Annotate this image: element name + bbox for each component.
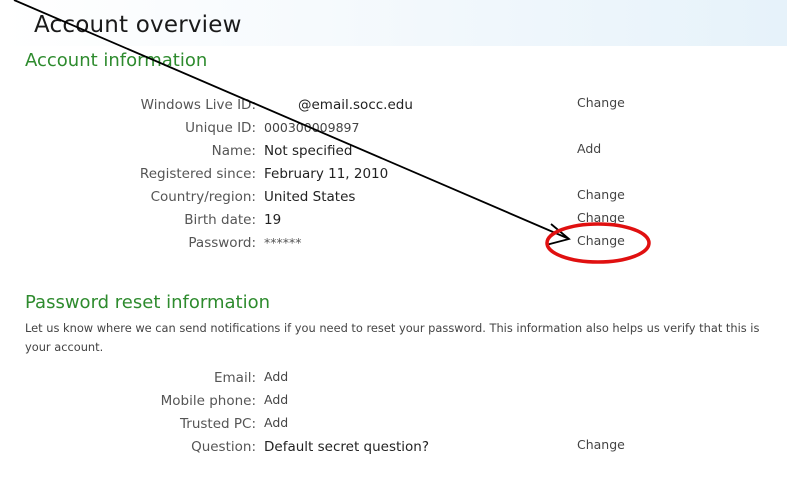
- row-birth-date: Birth date: 19 Change: [0, 210, 787, 234]
- row-country-region: Country/region: United States Change: [0, 187, 787, 211]
- row-question: Question: Default secret question? Chang…: [0, 437, 787, 461]
- value-windows-live-id: @email.socc.edu: [298, 97, 413, 113]
- label-trusted-pc: Trusted PC:: [180, 416, 256, 432]
- change-country-link[interactable]: Change: [577, 187, 625, 202]
- row-registered-since: Registered since: February 11, 2010: [0, 166, 787, 188]
- password-reset-heading: Password reset information: [25, 292, 270, 313]
- change-live-id-link[interactable]: Change: [577, 95, 625, 110]
- value-name: Not specified: [264, 143, 353, 159]
- row-password: Password: ****** Change: [0, 233, 787, 257]
- label-birth-date: Birth date:: [184, 212, 256, 228]
- row-unique-id: Unique ID: 000300009897: [0, 120, 787, 142]
- label-mobile-phone: Mobile phone:: [160, 393, 256, 409]
- account-info-heading: Account information: [25, 50, 208, 71]
- value-country-region: United States: [264, 189, 356, 205]
- value-question: Default secret question?: [264, 439, 430, 455]
- value-unique-id: 000300009897: [264, 120, 360, 135]
- value-birth-date: 19: [264, 212, 282, 228]
- change-question-link[interactable]: Change: [577, 437, 625, 452]
- row-email: Email: Add: [0, 369, 787, 392]
- row-name: Name: Not specified Add: [0, 141, 787, 165]
- label-question: Question:: [191, 439, 256, 455]
- label-name: Name:: [211, 143, 256, 159]
- change-password-link[interactable]: Change: [577, 233, 625, 248]
- password-reset-description: Let us know where we can send notificati…: [25, 321, 760, 354]
- add-name-link[interactable]: Add: [577, 141, 601, 156]
- add-trusted-pc-link[interactable]: Add: [264, 415, 288, 430]
- change-birth-date-link[interactable]: Change: [577, 210, 625, 225]
- page-title: Account overview: [34, 12, 242, 38]
- row-windows-live-id: Windows Live ID: @email.socc.edu Change: [0, 95, 787, 119]
- label-password: Password:: [188, 235, 256, 251]
- label-unique-id: Unique ID:: [185, 120, 256, 136]
- value-password: ******: [264, 235, 302, 250]
- add-email-link[interactable]: Add: [264, 369, 288, 384]
- row-trusted-pc: Trusted PC: Add: [0, 415, 787, 438]
- label-windows-live-id: Windows Live ID:: [140, 97, 256, 113]
- row-mobile-phone: Mobile phone: Add: [0, 392, 787, 415]
- label-email: Email:: [213, 370, 256, 386]
- label-country-region: Country/region:: [150, 189, 256, 205]
- label-registered-since: Registered since:: [139, 166, 256, 182]
- add-mobile-phone-link[interactable]: Add: [264, 392, 288, 407]
- value-registered-since: February 11, 2010: [264, 166, 389, 182]
